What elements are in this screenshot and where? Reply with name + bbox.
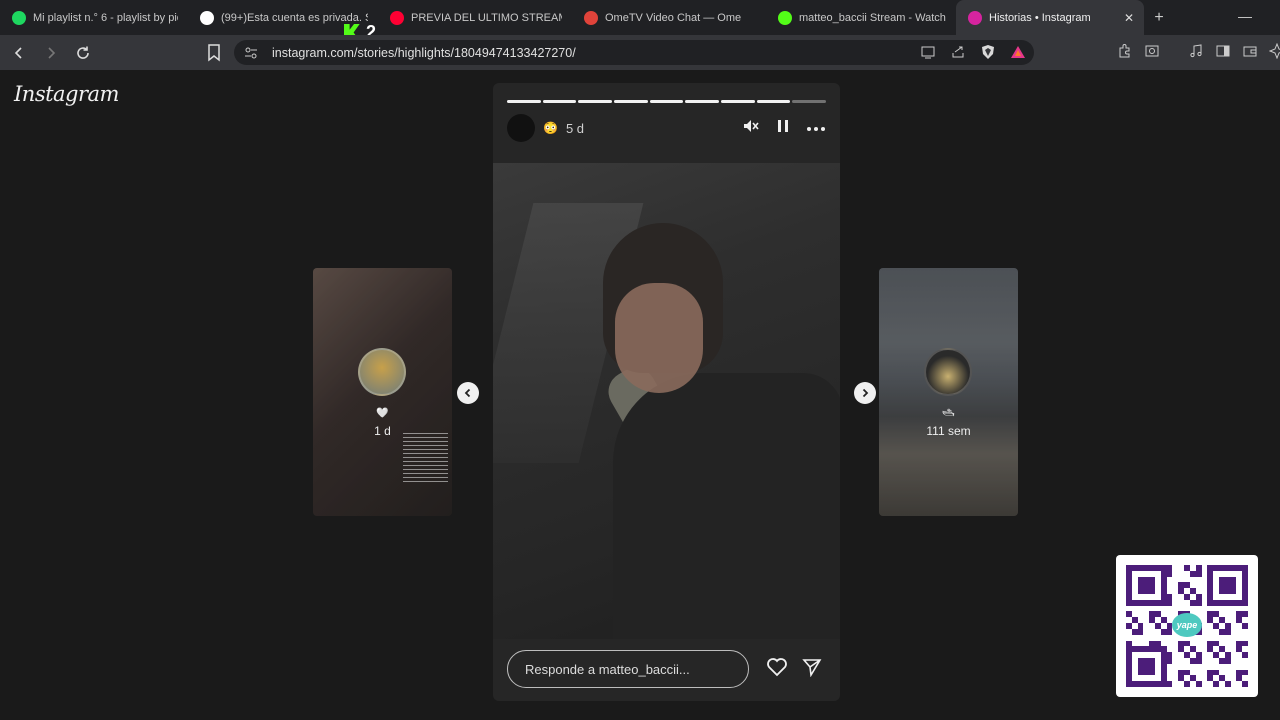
story-progress-segment (578, 100, 613, 103)
next-story-name: 🛥 (942, 408, 955, 419)
story-progress-segment (685, 100, 720, 103)
story-progress-segment (649, 100, 684, 103)
photo-face-shape (615, 283, 703, 393)
previous-story-preview[interactable]: 🤍 1 d (313, 268, 452, 516)
bookmark-icon (208, 44, 220, 62)
previous-story-heart-icon: 🤍 (376, 408, 389, 419)
story-progress-segment (721, 100, 755, 103)
photo-body-shape (613, 373, 840, 639)
toolbar-spacer (1171, 43, 1177, 59)
browser-tab-title: OmeTV Video Chat — Ome (605, 11, 742, 24)
story-progress-segment (792, 100, 827, 103)
browser-tab-title: Mi playlist n.° 6 - playlist by pier (33, 11, 178, 24)
share-story-button[interactable] (802, 657, 822, 682)
next-story-preview[interactable]: 🛥 111 sem (879, 268, 1018, 516)
tab-search-icon[interactable] (1144, 43, 1160, 59)
leo-ai-icon[interactable] (1268, 42, 1280, 60)
story-controls (742, 117, 826, 140)
kick-icon (778, 10, 792, 25)
browser-tab[interactable]: matteo_baccii Stream - Watch L (766, 0, 956, 35)
extensions-icon[interactable] (1117, 43, 1133, 59)
next-story-button[interactable] (854, 382, 876, 404)
arrow-left-icon (14, 46, 22, 59)
reply-actions (766, 657, 826, 682)
story-progress-segment (542, 100, 577, 103)
story-progress-segment (507, 100, 541, 103)
browser-toolbar-right (1117, 42, 1280, 60)
brave-shield-icon[interactable] (980, 44, 996, 60)
media-music-icon[interactable] (1188, 43, 1204, 59)
address-input[interactable]: instagram.com/stories/highlights/1804947… (234, 40, 1034, 65)
story-progress-bar (507, 100, 827, 103)
browser-address-bar: instagram.com/stories/highlights/1804947… (0, 35, 1280, 70)
share-icon[interactable] (950, 44, 966, 60)
site-settings-icon[interactable] (244, 46, 258, 60)
browser-tab[interactable]: Mi playlist n.° 6 - playlist by pier (0, 0, 188, 35)
youtube-icon (390, 10, 404, 25)
next-story-time: 111 sem (926, 424, 971, 438)
previous-story-text-overlay (403, 433, 448, 483)
story-emoji: 😳 (543, 121, 558, 135)
spotify-icon (12, 10, 26, 25)
browser-tab-title: Historias • Instagram (989, 11, 1091, 24)
story-progress-segment (756, 100, 791, 103)
send-icon (802, 658, 822, 677)
mute-button[interactable] (742, 117, 760, 140)
reload-button[interactable] (70, 40, 96, 66)
close-tab-icon[interactable]: ✕ (1116, 11, 1134, 25)
browser-tab[interactable]: PREVIA DEL ULTIMO STREAM C (378, 0, 572, 35)
instagram-stories-page: Instagram 🤍 1 d 😳 5 d Responde a matteo_… (0, 70, 1280, 720)
chevron-right-icon (862, 388, 869, 398)
browser-tab-title: matteo_baccii Stream - Watch L (799, 11, 946, 24)
qr-module (1242, 681, 1248, 687)
browser-tab[interactable]: Historias • Instagram ✕ (956, 0, 1144, 35)
chevron-left-icon (464, 388, 471, 398)
story-reply-row (507, 650, 826, 688)
speaker-muted-icon (744, 119, 759, 132)
brave-rewards-icon[interactable] (1010, 44, 1026, 60)
window-minimize-button[interactable]: — (1238, 8, 1252, 24)
ometv-icon (584, 10, 598, 25)
story-reply-input[interactable] (507, 650, 749, 688)
sidebar-toggle-icon[interactable] (1215, 43, 1231, 59)
story-photo (493, 163, 840, 639)
browser-tab-bar: Mi playlist n.° 6 - playlist by pier (99+… (0, 0, 1280, 35)
instagram-icon (968, 10, 982, 25)
story-owner-avatar[interactable] (507, 114, 535, 142)
pause-button[interactable] (776, 118, 790, 139)
like-button[interactable] (766, 657, 788, 682)
instagram-logo[interactable]: Instagram (14, 82, 119, 106)
pause-icon (778, 119, 788, 132)
previous-story-button[interactable] (457, 382, 479, 404)
yape-qr-code: yape (1116, 555, 1258, 697)
cast-icon[interactable] (920, 44, 936, 60)
story-time: 5 d (565, 120, 585, 136)
heart-icon (767, 657, 787, 676)
wallet-icon[interactable] (1242, 43, 1258, 59)
new-tab-button[interactable]: + (1144, 9, 1174, 27)
bookmark-button[interactable] (205, 41, 223, 63)
yape-logo: yape (1172, 613, 1202, 637)
reload-icon (77, 46, 89, 59)
story-progress-segment (614, 100, 648, 103)
story-header: 😳 5 d (507, 113, 826, 143)
browser-tab-title: PREVIA DEL ULTIMO STREAM C (411, 11, 562, 24)
browser-tab[interactable]: OmeTV Video Chat — Ome (572, 0, 766, 35)
previous-story-avatar (358, 348, 406, 396)
tiktok-icon (200, 10, 214, 25)
arrow-right-icon (48, 46, 56, 59)
story-viewer[interactable]: 😳 5 d (493, 83, 840, 701)
next-story-avatar (924, 348, 972, 396)
url-text: instagram.com/stories/highlights/1804947… (272, 45, 576, 60)
omnibox-actions (920, 44, 1026, 60)
more-horizontal-icon (807, 127, 825, 131)
forward-button[interactable] (38, 40, 64, 66)
more-options-button[interactable] (806, 119, 826, 137)
back-button[interactable] (6, 40, 32, 66)
